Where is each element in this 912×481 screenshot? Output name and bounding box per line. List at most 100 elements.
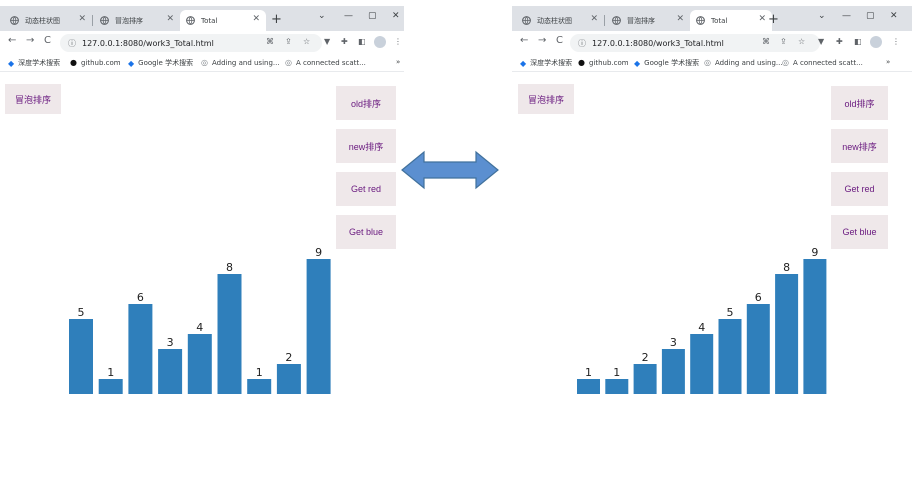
browser-window-right: 动态柱状图 ✕ 冒泡排序 ✕ Total ✕ + ⌄ — ▢ ✕ ← → C ⓘ… — [512, 6, 912, 406]
minimize-icon[interactable]: — — [842, 11, 851, 21]
bar-value-label: 1 — [256, 366, 263, 379]
tab-total[interactable]: Total ✕ — [690, 10, 772, 31]
bookmark-item[interactable]: ◎ A connected scatt... — [285, 58, 366, 67]
bookmark-label: Adding and using... — [211, 58, 280, 67]
back-icon[interactable]: ← — [8, 35, 16, 46]
bar-1 — [98, 379, 123, 394]
diamond-icon: ◆ — [8, 58, 15, 68]
close-icon[interactable]: ✕ — [676, 14, 684, 24]
bookmark-item[interactable]: ● github.com — [70, 58, 121, 67]
bar-8 — [803, 259, 827, 394]
bookmark-item[interactable]: ◆ Google 学术搜索 — [634, 58, 699, 68]
window-close-icon[interactable]: ✕ — [392, 11, 400, 21]
bar-value-label: 1 — [585, 366, 592, 379]
github-icon: ● — [70, 58, 77, 67]
browser-toolbar: ← → C ⓘ 127.0.0.1:8080/work3_Total.html … — [512, 31, 912, 55]
translate-icon[interactable]: ⌘ — [762, 37, 770, 46]
translate-icon[interactable]: ⌘ — [266, 37, 274, 46]
share-icon[interactable]: ⇪ — [780, 37, 787, 46]
window-close-icon[interactable]: ✕ — [890, 11, 898, 21]
bookmark-item[interactable]: ◆ 深度学术搜索 — [8, 58, 60, 68]
star-icon[interactable]: ☆ — [303, 37, 310, 46]
profile-avatar[interactable] — [870, 36, 882, 48]
extension-v-icon[interactable]: ▼ — [818, 37, 824, 46]
bookmark-label: Google 学术搜索 — [644, 59, 700, 67]
url-text: 127.0.0.1:8080/work3_Total.html — [82, 38, 214, 48]
bookmark-item[interactable]: ◎ A connected scatt... — [782, 58, 863, 67]
maximize-icon[interactable]: ▢ — [866, 11, 875, 21]
globe-icon — [612, 16, 621, 25]
bar-8 — [306, 259, 331, 394]
address-bar[interactable]: ⓘ 127.0.0.1:8080/work3_Total.html — [60, 34, 322, 52]
new-tab-icon[interactable]: + — [271, 12, 282, 27]
tab-dynamic-bar[interactable]: 动态柱状图 ✕ — [516, 10, 604, 31]
tab-search-icon[interactable]: ⌄ — [818, 11, 826, 21]
bar-value-label: 3 — [167, 336, 174, 349]
bar-value-label: 2 — [285, 351, 292, 364]
reload-icon[interactable]: C — [556, 35, 563, 46]
close-icon[interactable]: ✕ — [590, 14, 598, 24]
bar-value-label: 6 — [755, 291, 762, 304]
tab-bubble-sort[interactable]: 冒泡排序 ✕ — [606, 10, 690, 31]
tab-bubble-sort[interactable]: 冒泡排序 ✕ — [94, 10, 180, 31]
back-icon[interactable]: ← — [520, 35, 528, 46]
bookmark-label: 深度学术搜索 — [530, 59, 573, 67]
bookmark-label: 深度学术搜索 — [18, 59, 61, 67]
bar-value-label: 6 — [137, 291, 144, 304]
close-icon[interactable]: ✕ — [78, 14, 86, 24]
tab-title: 冒泡排序 — [627, 16, 655, 25]
bar-value-label: 8 — [226, 261, 233, 274]
double-arrow-icon — [401, 150, 499, 190]
bookmark-item[interactable]: ◎ Adding and using... — [704, 58, 783, 67]
extensions-icon[interactable]: ✚ — [341, 37, 348, 46]
forward-icon[interactable]: → — [26, 35, 34, 46]
info-icon: ⓘ — [68, 38, 76, 48]
bookmark-item[interactable]: ◆ Google 学术搜索 — [128, 58, 193, 68]
bookmark-item[interactable]: ● github.com — [578, 58, 629, 67]
browser-window-left: 动态柱状图 ✕ 冒泡排序 ✕ Total ✕ + ⌄ — ▢ ✕ ← → C ⓘ… — [0, 6, 404, 406]
forward-icon[interactable]: → — [538, 35, 546, 46]
close-icon[interactable]: ✕ — [758, 14, 766, 24]
bar-value-label: 1 — [107, 366, 114, 379]
menu-icon[interactable]: ⋮ — [892, 37, 900, 46]
globe-icon — [10, 16, 19, 25]
page-icon: ◎ — [285, 58, 292, 67]
bookmark-item[interactable]: ◆ 深度学术搜索 — [520, 58, 572, 68]
bar-value-label: 5 — [78, 306, 85, 319]
more-bookmarks-icon[interactable]: » — [886, 58, 890, 66]
bar-7 — [775, 274, 799, 394]
profile-avatar[interactable] — [374, 36, 386, 48]
tab-title: 冒泡排序 — [115, 16, 143, 25]
sidepanel-icon[interactable]: ◧ — [854, 37, 862, 46]
tab-total[interactable]: Total ✕ — [180, 10, 266, 31]
bookmark-item[interactable]: ◎ Adding and using... — [201, 58, 280, 67]
extension-v-icon[interactable]: ▼ — [324, 37, 330, 46]
page-content: 冒泡排序 old排序 new排序 Get red Get blue 112345… — [512, 72, 912, 406]
sidepanel-icon[interactable]: ◧ — [358, 37, 366, 46]
bar-value-label: 5 — [727, 306, 734, 319]
close-icon[interactable]: ✕ — [252, 14, 260, 24]
minimize-icon[interactable]: — — [344, 11, 353, 21]
bar-0 — [69, 319, 93, 394]
bookmark-label: Google 学术搜索 — [138, 59, 194, 67]
tab-dynamic-bar[interactable]: 动态柱状图 ✕ — [4, 10, 92, 31]
bar-value-label: 9 — [315, 246, 322, 259]
globe-icon — [100, 16, 109, 25]
bookmark-label: github.com — [588, 58, 629, 67]
more-bookmarks-icon[interactable]: » — [396, 58, 400, 66]
star-icon[interactable]: ☆ — [798, 37, 805, 46]
bar-6 — [746, 304, 770, 394]
close-icon[interactable]: ✕ — [166, 14, 174, 24]
bar-2 — [128, 304, 153, 394]
bar-3 — [661, 349, 685, 394]
menu-icon[interactable]: ⋮ — [394, 37, 402, 46]
tab-search-icon[interactable]: ⌄ — [318, 11, 326, 21]
new-tab-icon[interactable]: + — [768, 12, 779, 27]
bar-2 — [633, 364, 657, 394]
extensions-icon[interactable]: ✚ — [836, 37, 843, 46]
share-icon[interactable]: ⇪ — [285, 37, 292, 46]
tab-title: Total — [201, 16, 218, 25]
bookmark-label: A connected scatt... — [792, 58, 863, 67]
maximize-icon[interactable]: ▢ — [368, 11, 377, 21]
reload-icon[interactable]: C — [44, 35, 51, 46]
